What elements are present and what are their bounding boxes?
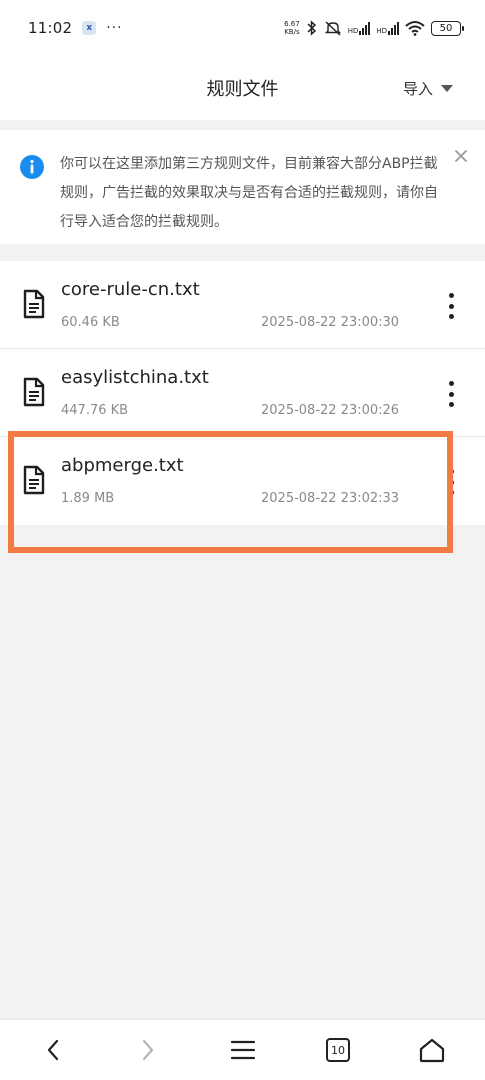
file-date: 2025-08-22 23:00:26: [261, 403, 400, 418]
bluetooth-icon: [307, 20, 316, 36]
file-name: easylistchina.txt: [61, 367, 209, 388]
more-notifications-icon: ···: [106, 20, 123, 36]
network-speed-unit: KB/s: [284, 28, 300, 36]
wifi-icon: [405, 21, 425, 36]
signal-1-label: HD: [347, 26, 359, 35]
document-icon: [23, 289, 45, 319]
document-icon: [23, 465, 45, 495]
signal-strength-2-icon: HD: [376, 21, 399, 35]
file-name: core-rule-cn.txt: [61, 279, 200, 300]
file-size: 1.89 MB: [61, 491, 115, 506]
silent-mode-icon: [324, 21, 341, 36]
status-time: 11:02: [28, 19, 73, 37]
signal-strength-1-icon: HD: [347, 21, 371, 35]
file-size: 60.46 KB: [61, 315, 120, 330]
file-date: 2025-08-22 23:02:33: [261, 491, 400, 506]
bottom-nav-bar: 10: [0, 1019, 485, 1080]
status-right: 6.67 KB/s HD HD 50: [284, 20, 464, 36]
more-options-icon[interactable]: [441, 291, 461, 321]
home-icon: [419, 1038, 445, 1063]
caret-down-icon: [441, 84, 453, 92]
info-icon: [20, 155, 44, 179]
info-notice: 你可以在这里添加第三方规则文件，目前兼容大部分ABP拦截规则，广告拦截的效果取决…: [0, 130, 485, 244]
more-options-icon[interactable]: [441, 379, 461, 409]
file-row[interactable]: core-rule-cn.txt 60.46 KB 2025-08-22 23:…: [0, 261, 485, 349]
home-button[interactable]: [417, 1035, 447, 1065]
status-left: 11:02 x ···: [28, 19, 123, 37]
import-button[interactable]: 导入: [403, 70, 453, 106]
status-bar: 11:02 x ··· 6.67 KB/s HD HD 50: [0, 0, 485, 56]
network-speed: 6.67 KB/s: [284, 20, 300, 36]
file-row[interactable]: easylistchina.txt 447.76 KB 2025-08-22 2…: [0, 349, 485, 437]
back-button[interactable]: [38, 1035, 68, 1065]
network-speed-value: 6.67: [284, 20, 300, 28]
menu-button[interactable]: [228, 1035, 258, 1065]
menu-icon: [230, 1040, 256, 1060]
chevron-left-icon: [47, 1039, 59, 1061]
page-title: 规则文件: [206, 79, 279, 100]
signal-2-label: HD: [376, 26, 387, 35]
import-label: 导入: [402, 79, 433, 98]
more-options-icon[interactable]: [441, 467, 461, 497]
notice-text: 你可以在这里添加第三方规则文件，目前兼容大部分ABP拦截规则，广告拦截的效果取决…: [60, 156, 438, 230]
forward-button[interactable]: [133, 1035, 163, 1065]
file-size: 447.76 KB: [61, 403, 129, 418]
file-name: abpmerge.txt: [61, 455, 184, 476]
document-icon: [23, 377, 45, 407]
file-date: 2025-08-22 23:00:30: [261, 315, 400, 330]
tab-count: 10: [326, 1038, 350, 1062]
header-bar: 规则文件 导入: [0, 56, 485, 120]
close-icon[interactable]: [453, 148, 469, 164]
tabs-button[interactable]: 10: [323, 1035, 353, 1065]
file-row[interactable]: abpmerge.txt 1.89 MB 2025-08-22 23:02:33: [0, 437, 485, 525]
battery-indicator: 50: [431, 20, 464, 36]
app-notification-icon: x: [82, 21, 97, 35]
chevron-right-icon: [142, 1039, 154, 1061]
rule-file-list: core-rule-cn.txt 60.46 KB 2025-08-22 23:…: [0, 261, 485, 525]
